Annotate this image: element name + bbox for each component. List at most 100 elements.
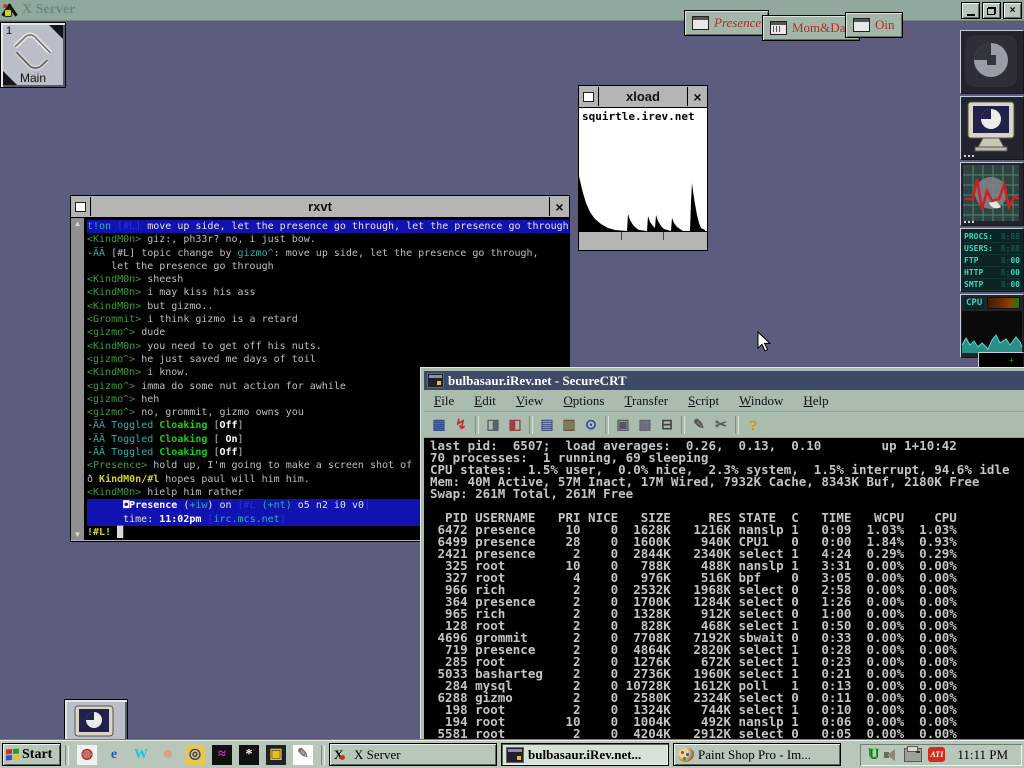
window-menu-button[interactable] <box>579 87 599 106</box>
terminal-line: <KindM0n> sheesh <box>87 273 569 286</box>
minimized-window-presence[interactable]: Presence <box>684 10 769 36</box>
terminal-line: <KindM0n> i may kiss his ass <box>87 286 569 299</box>
cpu-label: CPU <box>964 297 984 309</box>
ql-winamp-icon[interactable]: W <box>131 745 151 765</box>
menu-edit[interactable]: Edit <box>464 391 506 411</box>
window-icon <box>853 18 870 32</box>
dock-dots-decoration <box>964 221 974 223</box>
xserver-title: X Server <box>22 2 75 18</box>
ql-avatar-icon[interactable]: ☻ <box>158 745 178 765</box>
workspace-pager[interactable]: 1 Main <box>0 22 66 88</box>
securecrt-titlebar[interactable]: bulbasaur.iRev.net - SecureCRT <box>424 371 1024 390</box>
minimize-button[interactable] <box>961 2 980 19</box>
terminal-line: <gizmo^> dude <box>87 326 569 339</box>
close-icon[interactable]: × <box>549 197 569 216</box>
task-button-xserver[interactable]: X X Server <box>329 743 497 766</box>
ql-starburst-icon[interactable]: * <box>239 745 259 765</box>
lcd-row-ftp: FTP8:00 <box>964 256 1020 267</box>
rxvt-title: rxvt <box>91 199 549 214</box>
menu-transfer[interactable]: Transfer <box>615 391 679 411</box>
lcd-row-procs: PROCS:8:88 <box>964 232 1020 243</box>
taskbar: Start ◍ eW ☻ ◎ ≈ * ▣ ✎ X X Server bulbasaur.iRe… <box>0 740 1024 768</box>
tray-volume-icon[interactable] <box>884 748 898 762</box>
task-button-securecrt[interactable]: bulbasaur.iRev.net... <box>501 743 669 766</box>
rxvt-titlebar[interactable]: rxvt × <box>71 196 569 218</box>
tray-clock: 11:11 PM <box>951 747 1014 763</box>
dockapp-network-monitor[interactable] <box>960 162 1024 226</box>
xload-titlebar[interactable]: xload × <box>579 86 707 108</box>
window-menu-button[interactable] <box>71 197 91 216</box>
toolbar-separator <box>529 416 533 434</box>
help-icon[interactable]: ? <box>742 415 764 435</box>
close-icon[interactable]: × <box>687 87 707 106</box>
minimized-window-oin[interactable]: Oin <box>845 12 903 38</box>
scroll-up-icon[interactable]: ▲ <box>74 218 82 229</box>
load-history-graph <box>579 171 705 231</box>
ql-find-files-icon[interactable]: ◎ <box>185 745 205 765</box>
keymap-editor-icon[interactable]: ✂ <box>710 415 732 435</box>
close-button[interactable]: × <box>1003 2 1022 19</box>
tray-ultramon-icon[interactable]: U <box>868 746 879 763</box>
terminal-line: <KindM0n> giz:, ph33r? no, i just bow. <box>87 233 569 246</box>
print-icon[interactable]: ⊟ <box>656 415 678 435</box>
connect-icon[interactable]: ◨ <box>482 415 504 435</box>
workspace-label: Main <box>1 71 65 85</box>
paste-icon[interactable]: ▥ <box>558 415 580 435</box>
restore-button[interactable] <box>982 2 1001 19</box>
xload-scale-strip <box>579 232 707 240</box>
terminal-line: <gizmo^> he just saved me days of toil <box>87 353 569 366</box>
securecrt-window: bulbasaur.iRev.net - SecureCRT FileEditV… <box>420 367 1024 745</box>
disconnect-icon[interactable]: ◧ <box>504 415 526 435</box>
ql-paint-icon[interactable]: ◍ <box>77 745 97 765</box>
find-icon[interactable]: ⊙ <box>580 415 602 435</box>
svg-text:+: + <box>1009 356 1014 365</box>
xserver-icon: X <box>334 748 350 762</box>
terminal-line: Swap: 261M Total, 261M Free <box>430 488 1024 500</box>
ql-securecrt-icon[interactable]: ▣ <box>266 745 286 765</box>
menu-options[interactable]: Options <box>553 391 614 411</box>
scrollbar[interactable]: ▲ ▼ <box>71 218 85 540</box>
dockapp-cpu-load[interactable]: CPU <box>960 294 1024 358</box>
scroll-down-icon[interactable]: ▼ <box>74 529 82 540</box>
ekg-graph-icon <box>961 163 1021 223</box>
toolbar-separator <box>735 416 739 434</box>
securecrt-icon <box>427 373 444 388</box>
quick-launch-area: ◍ eW ☻ ◎ ≈ * ▣ ✎ <box>73 745 317 765</box>
dockapp-services-lcd[interactable]: PROCS:8:88USERS:8:88FTP8:00HTTP8:00SMTP8… <box>960 228 1024 292</box>
taskbar-separator <box>65 745 69 765</box>
desktop: X Server × 1 Main Presence Mom&Dad <box>0 0 1024 768</box>
terminal-line: <KindM0n> but gizmo.. <box>87 300 569 313</box>
top-command-output[interactable]: last pid: 6507; load averages: 0.26, 0.1… <box>424 438 1024 742</box>
new-session-icon[interactable]: ▦ <box>428 415 450 435</box>
menu-script[interactable]: Script <box>678 391 729 411</box>
lcd-row-users: USERS:8:88 <box>964 244 1020 255</box>
toolbar-separator <box>605 416 609 434</box>
task-button-paintshoppro[interactable]: Paint Shop Pro - Im... <box>673 743 841 766</box>
dockapp-pie-clock[interactable] <box>960 30 1024 94</box>
securecrt-menubar: FileEditViewOptionsTransferScriptWindowH… <box>424 390 1024 412</box>
menu-help[interactable]: Help <box>793 391 838 411</box>
menu-window[interactable]: Window <box>729 391 793 411</box>
quick-connect-icon[interactable]: ↯ <box>450 415 472 435</box>
properties-icon[interactable]: ✎ <box>688 415 710 435</box>
dockapp-monitor[interactable] <box>960 96 1024 160</box>
cpu-meter-bar <box>987 297 1020 309</box>
tray-fax-icon[interactable] <box>904 748 922 762</box>
toolbar-separator <box>475 416 479 434</box>
taskbar-separator <box>321 745 325 765</box>
ql-notepad-icon[interactable]: ✎ <box>293 745 313 765</box>
securecrt-icon <box>506 747 524 763</box>
new-window-icon[interactable]: ▣ <box>612 415 634 435</box>
tray-ati-icon[interactable]: ATI <box>928 747 945 762</box>
partially-hidden-monitor-icon[interactable] <box>64 699 128 745</box>
copy-icon[interactable]: ▤ <box>536 415 558 435</box>
securecrt-title: bulbasaur.iRev.net - SecureCRT <box>448 373 627 389</box>
menu-view[interactable]: View <box>506 391 553 411</box>
dock-dots-decoration <box>964 155 974 157</box>
ql-graphics-icon[interactable]: ≈ <box>212 745 232 765</box>
start-button[interactable]: Start <box>2 743 61 766</box>
clone-session-icon[interactable]: ▩ <box>634 415 656 435</box>
ql-internet-explorer-icon[interactable]: e <box>104 745 124 765</box>
lcd-row-http: HTTP8:00 <box>964 268 1020 279</box>
menu-file[interactable]: File <box>424 391 464 411</box>
